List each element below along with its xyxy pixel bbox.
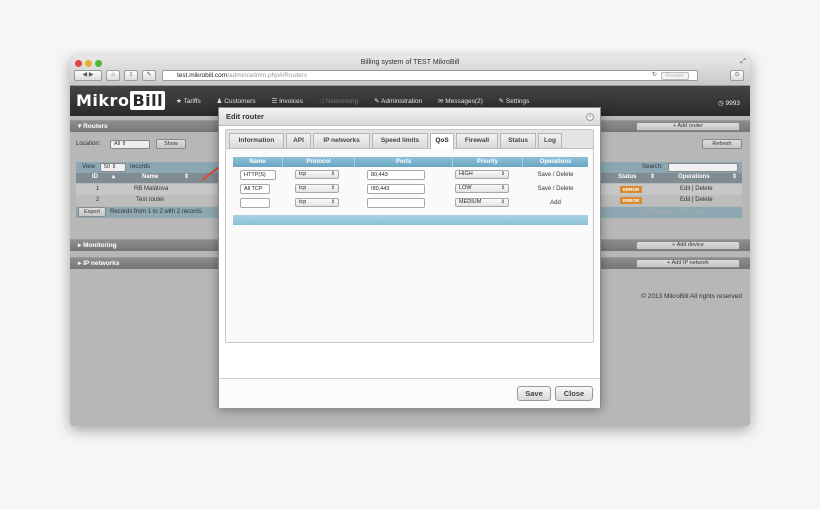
share-icon[interactable]: ⇪	[124, 70, 138, 81]
dialog-title: Edit router	[219, 108, 600, 126]
qos-name-input[interactable]: All TCP	[240, 184, 270, 194]
status-badge: ERROR	[620, 186, 642, 193]
tab-api[interactable]: API	[286, 133, 311, 148]
reader-button[interactable]: Reader	[661, 72, 689, 80]
nav-settings[interactable]: ✎ Settings	[499, 98, 537, 105]
close-icon[interactable]: ×	[586, 113, 594, 121]
nav-customers[interactable]: ♟ Customers	[217, 98, 263, 105]
tools-icon[interactable]: ✎	[142, 70, 156, 81]
nav-messages[interactable]: ✉ Messages(2)	[438, 98, 490, 105]
nav-invoices[interactable]: ☰ Invoices	[271, 98, 310, 105]
edit-delete-links[interactable]: Edit | Delete	[680, 195, 713, 205]
location-select[interactable]: All ⇕	[110, 140, 150, 149]
url-host: test.mikrobill.com	[177, 72, 228, 79]
qos-header: Name Protocol Ports Priority Operations	[233, 157, 588, 167]
protocol-select[interactable]: tcp ⇕	[295, 170, 339, 179]
priority-select[interactable]: HIGH ⇕	[455, 170, 509, 179]
view-select[interactable]: 50 ⇕	[100, 163, 126, 172]
col-name[interactable]: Name	[142, 173, 158, 182]
sort-icon[interactable]: ⇕	[732, 173, 737, 182]
refresh-button[interactable]: Refresh	[702, 139, 742, 149]
col-name: Name	[233, 157, 283, 167]
col-operations[interactable]: Operations	[678, 173, 710, 182]
qos-row: tcp ⇕ MEDIUM ⇕ Add	[233, 196, 588, 210]
search-input[interactable]	[668, 163, 738, 172]
add-device-button[interactable]: + Add device	[636, 241, 740, 250]
sort-icon[interactable]: ▴	[112, 173, 115, 182]
back-forward-buttons[interactable]: ◀ ▶	[74, 70, 102, 81]
downloads-icon[interactable]: ⊙	[730, 70, 744, 81]
edit-router-dialog: Edit router × Information API IP network…	[218, 107, 601, 408]
status-badge: ERROR	[620, 197, 642, 204]
nav-administration[interactable]: ✎ Administration	[374, 98, 429, 105]
home-icon[interactable]: ⌂	[106, 70, 120, 81]
qos-footer	[233, 215, 588, 225]
priority-select[interactable]: LOW ⇕	[455, 184, 509, 193]
tab-log[interactable]: Log	[538, 133, 562, 148]
add-ipnetwork-button[interactable]: + Add IP network	[636, 259, 740, 268]
window-title: Billing system of TEST MikroBill	[360, 59, 460, 66]
ports-input[interactable]	[367, 198, 425, 208]
col-operations: Operations	[539, 159, 572, 165]
browser-titlebar: Billing system of TEST MikroBill ⤢ ◀ ▶ ⌂…	[70, 56, 750, 86]
nav-tariffs[interactable]: ★ Tariffs	[176, 98, 208, 105]
tab-information[interactable]: Information	[229, 133, 284, 148]
main-nav: ★ Tariffs ♟ Customers ☰ Invoices ⤨ Netwo…	[176, 97, 543, 106]
logo: Mikro Bill	[76, 91, 166, 110]
tab-panel: Information API IP networks Speed limits…	[225, 129, 594, 343]
priority-select[interactable]: MEDIUM ⇕	[455, 198, 509, 207]
qos-row: HTTP(S) tcp ⇕ 80,443 HIGH ⇕ Save / Delete	[233, 168, 588, 182]
tab-bar: Information API IP networks Speed limits…	[226, 130, 593, 149]
tab-status[interactable]: Status	[500, 133, 536, 148]
address-bar[interactable]: test.mikrobill.com/admin/admin.php#/Rout…	[162, 70, 698, 81]
save-delete-links[interactable]: Save / Delete	[523, 168, 588, 182]
protocol-select[interactable]: tcp ⇕	[295, 198, 339, 207]
records-label: records	[130, 164, 151, 170]
pager[interactable]: First Previous 1 Next Last	[636, 209, 705, 215]
save-button[interactable]: Save	[517, 386, 551, 401]
export-button[interactable]: Export	[78, 207, 106, 217]
ports-input[interactable]: !80,443	[367, 184, 425, 194]
col-protocol: Protocol	[283, 157, 355, 167]
sort-icon[interactable]: ⇕	[184, 173, 189, 182]
add-router-button[interactable]: + Add router	[636, 122, 740, 131]
tab-speed-limits[interactable]: Speed limits	[372, 133, 428, 148]
protocol-select[interactable]: tcp ⇕	[295, 184, 339, 193]
qos-name-input[interactable]	[240, 198, 270, 208]
tab-qos[interactable]: QoS	[430, 133, 454, 149]
tab-firewall[interactable]: Firewall	[456, 133, 498, 148]
fullscreen-icon[interactable]: ⤢	[740, 58, 746, 66]
view-label: View	[82, 164, 95, 170]
records-info: Records from 1 to 2 with 2 records	[110, 209, 202, 215]
dialog-footer: Save Close	[219, 378, 600, 408]
col-ports: Ports	[355, 157, 453, 167]
col-id[interactable]: ID	[92, 173, 98, 182]
nav-networking[interactable]: ⤨ Networking	[319, 98, 366, 105]
copyright: © 2013 MikroBill All rights reserved	[641, 293, 742, 300]
search-label: Search:	[642, 164, 663, 170]
add-link[interactable]: Add	[523, 196, 588, 210]
sort-icon[interactable]: ⇕	[650, 173, 655, 182]
save-delete-links[interactable]: Save / Delete	[523, 182, 588, 196]
edit-delete-links[interactable]: Edit | Delete	[680, 184, 713, 194]
reload-icon[interactable]: ↻	[652, 71, 657, 80]
qos-row: All TCP tcp ⇕ !80,443 LOW ⇕ Save / Delete	[233, 182, 588, 196]
show-button[interactable]: Show	[156, 139, 186, 149]
ports-input[interactable]: 80,443	[367, 170, 425, 180]
clock: ◷ 9993	[718, 100, 740, 107]
location-label: Location:	[76, 141, 101, 147]
col-status[interactable]: Status	[618, 173, 636, 182]
close-button[interactable]: Close	[555, 386, 593, 401]
url-path: /admin/admin.php#/Routers	[227, 72, 308, 79]
tab-ip-networks[interactable]: IP networks	[313, 133, 370, 148]
qos-name-input[interactable]: HTTP(S)	[240, 170, 276, 180]
col-priority: Priority	[453, 157, 523, 167]
